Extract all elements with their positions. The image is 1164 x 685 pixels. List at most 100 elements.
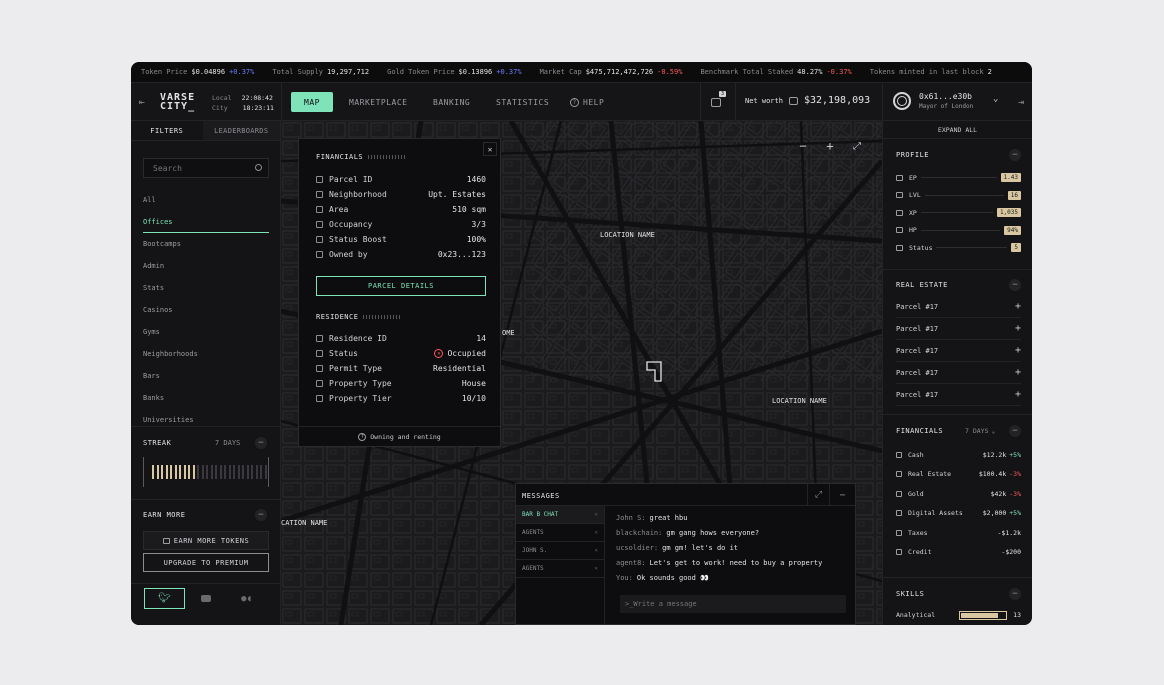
- map-location-label: OME: [502, 329, 515, 337]
- residence-list: Residence ID 14 Status ✕ Occupied Permit Type…: [316, 331, 486, 406]
- residence-heading: RESIDENCE: [316, 313, 359, 321]
- collapse-streak-button[interactable]: −: [255, 437, 267, 449]
- filter-item[interactable]: Bootcamps: [143, 233, 269, 255]
- collapse-right-icon[interactable]: ⇥: [1015, 96, 1027, 108]
- close-icon[interactable]: ✕: [594, 529, 598, 536]
- plus-icon[interactable]: +: [1015, 367, 1021, 378]
- fullscreen-icon[interactable]: ⤢: [848, 138, 866, 154]
- filter-item[interactable]: All: [143, 189, 269, 211]
- ticker-value: 19,297,712: [326, 68, 370, 76]
- minimize-icon[interactable]: −: [829, 484, 855, 506]
- parcel-item[interactable]: Parcel #17 +: [896, 318, 1021, 340]
- financial-label-wrap: Cash: [896, 451, 924, 459]
- search-box[interactable]: [143, 158, 269, 178]
- info-row: Parcel ID 1460: [316, 172, 486, 187]
- zoom-in-button[interactable]: +: [821, 138, 839, 154]
- filter-item[interactable]: Stats: [143, 277, 269, 299]
- filter-item[interactable]: Universities: [143, 409, 269, 431]
- earn-more-tokens-button[interactable]: EARN MORE TOKENS: [143, 531, 269, 550]
- filter-item[interactable]: Gyms: [143, 321, 269, 343]
- twitter-button[interactable]: 🐦︎: [144, 588, 185, 609]
- channel-label: AGENTS: [522, 529, 544, 536]
- parcel-item[interactable]: Parcel #17 +: [896, 362, 1021, 384]
- plus-icon[interactable]: +: [1015, 301, 1021, 312]
- channel-item[interactable]: AGENTS ✕: [516, 560, 604, 578]
- streak-tick: [246, 465, 249, 479]
- cash-icon: [896, 451, 902, 458]
- streak-tick: [264, 465, 267, 479]
- info-label-wrap: Permit Type: [316, 364, 382, 373]
- close-icon[interactable]: ✕: [483, 142, 497, 156]
- message-input[interactable]: [620, 595, 840, 613]
- filter-item[interactable]: Casinos: [143, 299, 269, 321]
- collapse-skills-button[interactable]: −: [1009, 588, 1021, 600]
- financials-heading: FINANCIALS: [896, 427, 944, 435]
- tab-banking[interactable]: BANKING: [433, 92, 470, 112]
- financial-change: -3%: [1009, 489, 1021, 498]
- notifications-button[interactable]: 3: [711, 91, 727, 108]
- close-icon[interactable]: ✕: [594, 565, 598, 572]
- medium-button[interactable]: ●◖: [226, 588, 267, 609]
- channel-item[interactable]: AGENTS ✕: [516, 524, 604, 542]
- streak-tick: [233, 465, 235, 479]
- collapse-real-estate-button[interactable]: −: [1009, 279, 1021, 291]
- close-icon[interactable]: ✕: [594, 547, 598, 554]
- tab-statistics[interactable]: STATISTICS: [496, 92, 549, 112]
- parcel-item[interactable]: Parcel #17 +: [896, 296, 1021, 318]
- streak-tick: [224, 465, 226, 479]
- notification-count: 3: [719, 91, 727, 97]
- message-input-box[interactable]: [620, 595, 846, 613]
- info-label: Property Type: [329, 379, 392, 388]
- info-label-wrap: Residence ID: [316, 334, 387, 343]
- expand-all-button[interactable]: EXPAND ALL: [883, 121, 1032, 139]
- plus-icon[interactable]: +: [1015, 345, 1021, 356]
- plus-icon[interactable]: +: [1015, 389, 1021, 400]
- info-label: Property Tier: [329, 394, 392, 403]
- collapse-left-icon[interactable]: ⇤: [136, 96, 148, 108]
- tab-marketplace[interactable]: MARKETPLACE: [349, 92, 407, 112]
- stat-value: 16: [1007, 190, 1021, 200]
- gold-icon: [896, 490, 902, 497]
- parcel-item[interactable]: Parcel #17 +: [896, 384, 1021, 406]
- streak-tick: [219, 465, 222, 479]
- real-estate-heading: REAL ESTATE: [896, 281, 948, 289]
- filter-item[interactable]: Banks: [143, 387, 269, 409]
- filter-item[interactable]: Bars: [143, 365, 269, 387]
- plus-icon[interactable]: +: [1015, 323, 1021, 334]
- city-map[interactable]: LOCATION NAME LOCATION NAME CATION NAME …: [281, 121, 882, 625]
- collapse-profile-button[interactable]: −: [1009, 149, 1021, 161]
- channel-item[interactable]: BAR B CHAT ✕: [516, 506, 604, 524]
- ticker-value: $0.13896: [458, 68, 493, 76]
- profile-stat: Status 5: [896, 239, 1021, 257]
- filter-item[interactable]: Neighborhoods: [143, 343, 269, 365]
- channel-item[interactable]: JOHN S. ✕: [516, 542, 604, 560]
- zoom-out-button[interactable]: −: [794, 138, 812, 154]
- parcel-item[interactable]: Parcel #17 +: [896, 340, 1021, 362]
- search-input[interactable]: [144, 159, 244, 177]
- upgrade-premium-button[interactable]: UPGRADE TO PREMIUM: [143, 553, 269, 572]
- financial-label-wrap: Credit: [896, 548, 931, 556]
- info-value: 100%: [466, 235, 486, 244]
- tab-help[interactable]: ? HELP: [570, 92, 604, 112]
- financials-period-dropdown[interactable]: 7 DAYS ⌄: [965, 427, 995, 435]
- tab-map[interactable]: MAP: [291, 92, 333, 112]
- youtube-button[interactable]: [185, 588, 226, 609]
- financial-label: Gold: [908, 489, 924, 498]
- filter-item[interactable]: Admin: [143, 255, 269, 277]
- financial-row: Credit -$200: [896, 543, 1021, 563]
- owning-renting-link[interactable]: ? Owning and renting: [299, 433, 500, 441]
- collapse-earn-button[interactable]: −: [255, 509, 267, 521]
- info-label-wrap: Status Boost: [316, 235, 387, 244]
- financials-heading: FINANCIALS: [316, 153, 364, 161]
- tab-filters[interactable]: FILTERS: [131, 121, 203, 140]
- user-menu[interactable]: 0x61...e30b Mayor of London ⌄: [893, 90, 1013, 114]
- close-icon[interactable]: ✕: [594, 511, 598, 518]
- collapse-financials-button[interactable]: −: [1009, 425, 1021, 437]
- parcel-details-button[interactable]: PARCEL DETAILS: [316, 276, 486, 296]
- tab-leaderboards[interactable]: LEADERBOARDS: [202, 121, 280, 140]
- streak-label: STREAK: [143, 439, 172, 447]
- info-value-wrap: Upt. Estates: [428, 190, 486, 199]
- filter-item[interactable]: Offices: [143, 211, 269, 233]
- expand-icon[interactable]: ⤢: [807, 484, 829, 506]
- xp-icon: [896, 209, 903, 216]
